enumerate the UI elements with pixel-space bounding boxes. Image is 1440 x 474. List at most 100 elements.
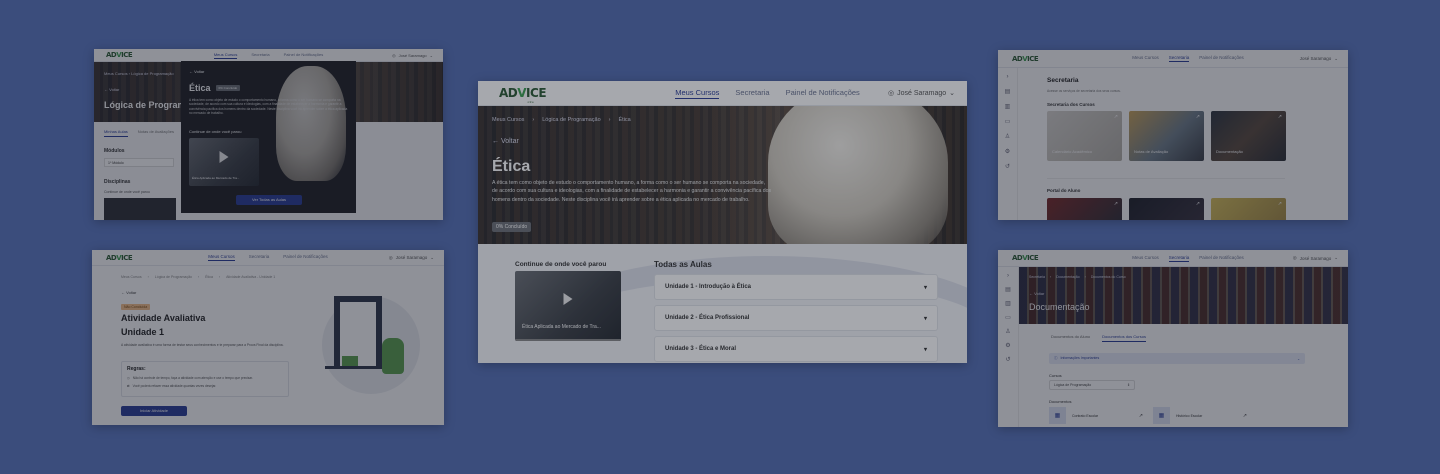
see-all-lessons-button[interactable]: Ver Todas as Aulas (236, 195, 302, 205)
continue-video-thumbnail[interactable]: Ética Aplicada ao Mercado de Tra... (515, 271, 621, 341)
arrow-icon: ↗ (1195, 201, 1200, 207)
continue-video-title: Ética Aplicada ao Mercado de Tra... (522, 324, 601, 330)
expand-icon[interactable]: › (1007, 273, 1009, 279)
modal-back-link[interactable]: ← Voltar (189, 69, 204, 74)
rule-item: ⇄ Você poderá refazer essa atividade quan… (127, 384, 217, 388)
user-icon: ◎ (1292, 255, 1297, 260)
activity-unit: Unidade 1 (121, 327, 165, 337)
document-item-history[interactable]: ▦ Histórico Escolar ↗ (1153, 407, 1247, 424)
tile-label: Documentação (1216, 149, 1243, 154)
clock-icon: ◷ (127, 376, 130, 380)
course-label: Cursos (1049, 373, 1062, 378)
arrow-icon: ↗ (1113, 114, 1118, 120)
crumb-3[interactable]: Ética (205, 275, 213, 279)
statue-image (768, 106, 948, 244)
nav-secretaria[interactable]: Secretaria (249, 254, 270, 261)
lesson-accordion[interactable]: Unidade 3 - Ética e Moral ▾ (654, 336, 938, 362)
user-icon: ◎ (392, 52, 396, 58)
rules-title: Regras: (127, 366, 146, 372)
logo[interactable]: ADVICE online (499, 86, 547, 104)
section-courses-title: Secretaria dos Cursos (1047, 102, 1095, 107)
preview-activity-page: ADVICE Meus Cursos Secretaria Painel de … (92, 250, 444, 425)
back-link[interactable]: ← Voltar (492, 138, 519, 145)
crumb-course[interactable]: Lógica de Programação (542, 117, 600, 123)
chevron-down-icon: ⌄ (1297, 356, 1300, 361)
start-activity-button[interactable]: Iniciar Atividade (121, 406, 187, 416)
nav-secretaria[interactable]: Secretaria (251, 52, 269, 59)
tile-student-2[interactable]: ↗ (1129, 198, 1204, 220)
back-link[interactable]: ← Voltar (121, 290, 136, 295)
nav-notifications[interactable]: Painel de Notificações (1199, 55, 1244, 62)
preview-secretaria-page: ADVICE Meus Cursos Secretaria Painel de … (998, 50, 1348, 220)
page-subtitle: Acesse os serviços de secretaria dos seu… (1047, 89, 1121, 93)
lesson-accordion[interactable]: Unidade 1 - Introdução à Ética ▾ (654, 274, 938, 300)
study-illustration (322, 296, 420, 394)
crumb-2[interactable]: Documentação (1056, 275, 1080, 279)
crumb-1[interactable]: Secretaria (1029, 275, 1045, 279)
grades-icon[interactable]: ▥ (1005, 301, 1011, 307)
nav-my-courses[interactable]: Meus Cursos (1132, 255, 1159, 262)
crumb-my-courses[interactable]: Meus Cursos (492, 117, 524, 123)
statue-image (276, 66, 346, 181)
tile-student-3[interactable]: ↗ (1211, 198, 1286, 220)
crumb-1[interactable]: Meus Cursos (121, 275, 142, 279)
logout-icon[interactable]: ↺ (1005, 357, 1010, 363)
module-select[interactable]: 1º Módulo (104, 158, 174, 167)
user-menu[interactable]: ◎ José Saramago ⌄ (888, 89, 955, 98)
user-menu[interactable]: ◎ José Saramago ⌄ (1293, 255, 1338, 261)
expand-icon[interactable]: › (1007, 74, 1009, 80)
discipline-card[interactable] (104, 198, 176, 220)
course-select[interactable]: Lógica de Programação ⇕ (1049, 380, 1135, 390)
tab-my-lessons[interactable]: Minhas Aulas (104, 129, 128, 137)
status-badge: Não Concluída (121, 304, 151, 310)
user-menu[interactable]: ◎ José Saramago ⌄ (392, 53, 433, 58)
user-name: José Saramago (398, 52, 427, 58)
folder-icon[interactable]: ▭ (1005, 315, 1011, 321)
user-name: José Saramago (897, 89, 947, 97)
info-banner[interactable]: ⓘ Informações Importantes ⌄ (1049, 353, 1305, 364)
back-link[interactable]: ← Voltar (1029, 291, 1044, 296)
nav-secretaria[interactable]: Secretaria (1168, 55, 1190, 62)
nav-my-courses[interactable]: Meus Cursos (213, 52, 238, 59)
calendar-icon[interactable]: ▤ (1005, 287, 1011, 293)
breadcrumb: Meus Cursos › Lógica de Programação › Étic… (492, 117, 631, 123)
rule-item: ◷ Não há controle de tempo, faça a ativid… (127, 376, 253, 380)
nav-my-courses[interactable]: Meus Cursos (208, 254, 235, 261)
gear-icon[interactable]: ⚙ (1005, 149, 1010, 155)
nav-secretaria[interactable]: Secretaria (735, 88, 769, 99)
back-link[interactable]: ← Voltar (104, 87, 119, 92)
tab-course-docs[interactable]: Documentos dos Cursos (1102, 334, 1146, 342)
user-icon[interactable]: ♙ (1005, 329, 1010, 335)
lesson-accordion[interactable]: Unidade 2 - Ética Profissional ▾ (654, 305, 938, 331)
user-menu[interactable]: ◎ José Saramago ⌄ (389, 255, 434, 261)
nav-secretaria[interactable]: Secretaria (1168, 255, 1190, 262)
logout-icon[interactable]: ↺ (1005, 164, 1010, 170)
crumb-2[interactable]: Lógica de Programação (155, 275, 192, 279)
folder-icon[interactable]: ▭ (1005, 119, 1011, 125)
nav-notifications[interactable]: Painel de Notificações (283, 254, 328, 261)
nav-notifications[interactable]: Painel de Notificações (284, 52, 324, 59)
tile-student-1[interactable]: ↗ (1047, 198, 1122, 220)
gear-icon[interactable]: ⚙ (1005, 343, 1010, 349)
tile-grades[interactable]: ↗ Notas de Avaliação (1129, 111, 1204, 161)
tile-documents[interactable]: ↗ Documentação (1211, 111, 1286, 161)
tab-student-docs[interactable]: Documentos do Aluno (1051, 334, 1090, 342)
nav-my-courses[interactable]: Meus Cursos (1132, 55, 1159, 62)
tab-grades[interactable]: Notas de Avaliações (138, 129, 174, 137)
lesson-title: Unidade 3 - Ética e Moral (665, 346, 737, 352)
chevron-down-icon: ⌄ (949, 90, 955, 97)
nav-notifications[interactable]: Painel de Notificações (1199, 255, 1244, 262)
modal-video-thumbnail[interactable]: Ética Aplicada ao Mercado de Tra... (189, 138, 259, 186)
calendar-icon[interactable]: ▤ (1005, 89, 1011, 95)
tile-calendar[interactable]: ↗ Calendário Acadêmico (1047, 111, 1122, 161)
nav-links: Meus Cursos Secretaria Painel de Notific… (94, 52, 443, 59)
sidebar: › ▤ ▥ ▭ ♙ ⚙ ↺ (998, 267, 1019, 427)
nav-my-courses[interactable]: Meus Cursos (675, 88, 720, 99)
modal-continue-label: Continue de onde você parou (189, 129, 242, 134)
grades-icon[interactable]: ▥ (1005, 104, 1011, 110)
nav-notifications[interactable]: Painel de Notificações (786, 88, 860, 99)
info-icon: ⓘ (1054, 356, 1058, 360)
document-item-contract[interactable]: ▦ Contrato Escolar ↗ (1049, 407, 1143, 424)
user-icon[interactable]: ♙ (1005, 134, 1010, 140)
user-menu[interactable]: José Saramago ⌄ (1300, 56, 1338, 62)
